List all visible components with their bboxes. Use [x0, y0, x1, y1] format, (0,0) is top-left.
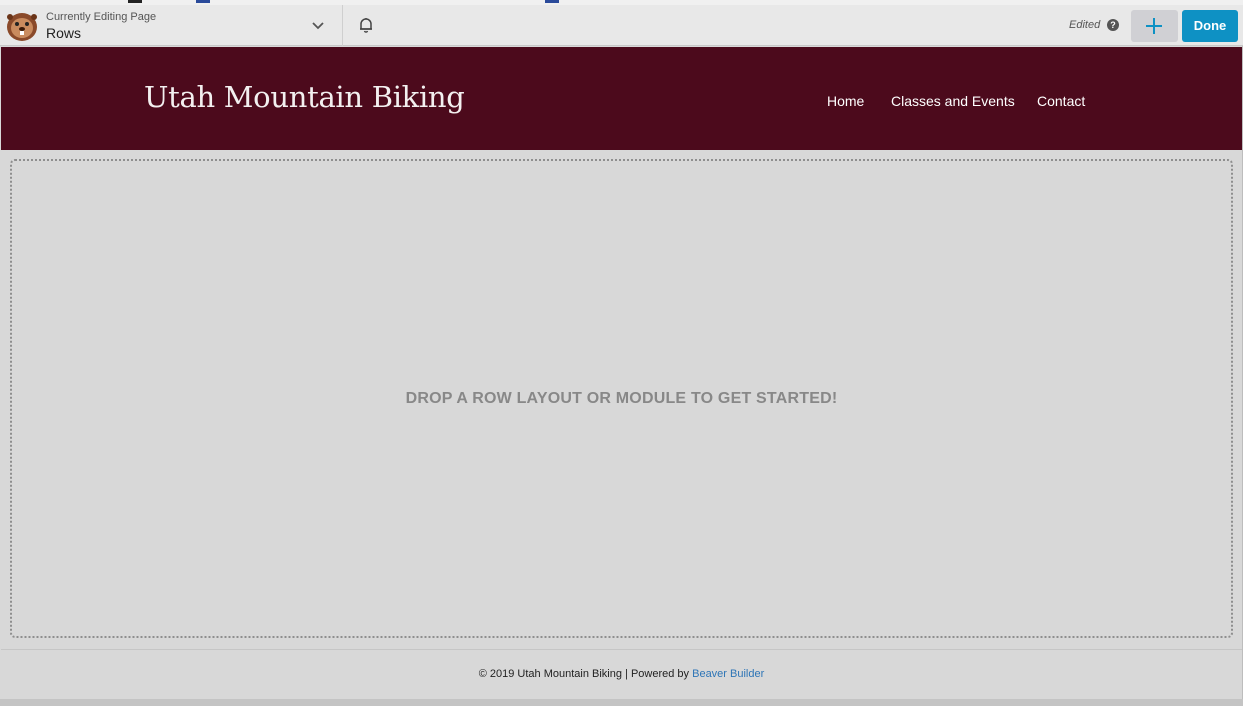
browser-bookmark-strip	[0, 0, 1243, 5]
bottom-bar	[0, 699, 1243, 706]
plus-icon	[1146, 18, 1162, 34]
bookmark-mark	[196, 0, 210, 3]
footer-text: © 2019 Utah Mountain Biking | Powered by	[478, 668, 690, 680]
toolbar-divider	[342, 5, 343, 46]
drop-zone-message: DROP A ROW LAYOUT OR MODULE TO GET START…	[405, 390, 838, 407]
chevron-down-icon[interactable]	[310, 17, 326, 33]
done-button[interactable]: Done	[1182, 10, 1238, 42]
builder-toolbar: Currently Editing Page Rows Edited ? Don…	[0, 0, 1243, 46]
footer-link-beaver-builder[interactable]: Beaver Builder	[692, 668, 764, 680]
edited-status: Edited	[1069, 19, 1101, 31]
site-footer: © 2019 Utah Mountain Biking | Powered by…	[1, 649, 1242, 699]
beaver-logo[interactable]	[5, 11, 39, 42]
nav-item-classes-and-events[interactable]: Classes and Events	[891, 93, 1015, 109]
bookmark-mark	[545, 0, 559, 3]
editing-label: Currently Editing Page	[46, 11, 157, 23]
site-header: Utah Mountain Biking Home Classes and Ev…	[1, 47, 1242, 150]
nav-item-home[interactable]: Home	[827, 93, 864, 109]
drop-zone[interactable]: DROP A ROW LAYOUT OR MODULE TO GET START…	[10, 159, 1233, 638]
nav-item-contact[interactable]: Contact	[1037, 93, 1085, 109]
bell-icon[interactable]	[357, 16, 375, 34]
add-content-button[interactable]	[1131, 10, 1178, 42]
bookmark-mark	[128, 0, 142, 3]
site-title[interactable]: Utah Mountain Biking	[144, 80, 465, 114]
question-icon[interactable]: ?	[1107, 19, 1119, 31]
page-name[interactable]: Rows	[46, 25, 81, 41]
